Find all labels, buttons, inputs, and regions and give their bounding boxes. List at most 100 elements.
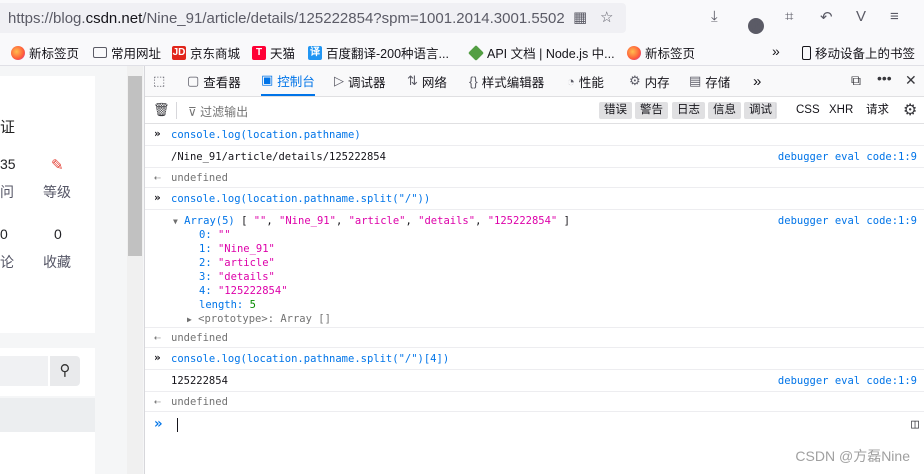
url-path: /Nine_91/article/details/125222854?spm=1… — [142, 10, 565, 27]
source-link[interactable]: debugger eval code:1:9 — [778, 215, 917, 227]
bookmarks-overflow-icon[interactable]: » — [772, 43, 780, 59]
array-entry: 0: "" — [199, 229, 231, 241]
debugger-icon: ▷ — [334, 73, 344, 88]
tab-storage[interactable]: ▤ 存储 — [689, 66, 730, 96]
filter-xhr-button[interactable]: XHR — [824, 102, 858, 119]
bookmark-item[interactable]: T 天猫 — [252, 43, 295, 62]
result-arrow-icon: ⇠ — [154, 171, 161, 184]
bookmarks-bar: 新标签页 常用网址 JD 京东商城 T 天猫 译百度翻译-200种语言... API… — [0, 36, 924, 66]
page-divider — [0, 398, 95, 432]
page-search: ⚲ — [0, 348, 95, 396]
more-tabs-icon[interactable]: » — [753, 66, 761, 96]
prototype-entry[interactable]: ▶ <prototype>: Array [] — [187, 313, 331, 325]
filter-logs-button[interactable]: 日志 — [672, 102, 705, 119]
filter-info-button[interactable]: 信息 — [708, 102, 741, 119]
console-toolbar: 🗑 ⊽ 过滤输出 错误 警告 日志 信息 调试 CSS XHR 请求 ⚙ — [145, 97, 924, 124]
dock-icon[interactable]: ⧉ — [851, 72, 861, 89]
tab-style-editor[interactable]: {} 样式编辑器 — [469, 66, 544, 96]
console-input-line: » console.log(location.pathname.split("/… — [145, 348, 924, 370]
stat-label: 收藏 — [43, 254, 71, 270]
bookmark-item[interactable]: 译百度翻译-200种语言... — [308, 43, 449, 62]
result-arrow-icon: ⇠ — [154, 395, 161, 408]
page-scrollbar-thumb[interactable] — [128, 76, 142, 256]
source-link[interactable]: debugger eval code:1:9 — [778, 375, 917, 387]
console-input-line: » console.log(location.pathname) — [145, 124, 924, 146]
tab-performance[interactable]: ◔ 性能 — [567, 66, 604, 96]
close-icon[interactable]: ✕ — [905, 72, 917, 89]
performance-icon: ◔ — [567, 73, 575, 89]
inspector-icon: ▢ — [187, 73, 200, 88]
source-link[interactable]: debugger eval code:1:9 — [778, 151, 917, 163]
bookmark-item[interactable]: 新标签页 — [627, 43, 695, 62]
console-log-line: 125222854 debugger eval code:1:9 — [145, 370, 924, 392]
firefox-icon — [627, 45, 641, 60]
bookmark-item[interactable]: JD 京东商城 — [172, 43, 240, 62]
filter-debug-button[interactable]: 调试 — [744, 102, 777, 119]
nodejs-icon — [468, 44, 484, 61]
stat-number: 0 — [0, 226, 8, 242]
filter-icon: ⊽ — [188, 105, 201, 119]
stat-number: 35 — [0, 156, 16, 172]
bookmark-folder[interactable]: 常用网址 — [93, 43, 161, 62]
url-prefix: https://blog. — [8, 10, 86, 27]
filter-errors-button[interactable]: 错误 — [599, 102, 632, 119]
bookmark-item[interactable]: 新标签页 — [11, 43, 79, 62]
command-chevron-icon: » — [154, 191, 161, 204]
filter-input[interactable]: ⊽ 过滤输出 — [188, 103, 248, 120]
page-content: 证 35 ✎ 问 等级 0 0 论 收藏 ⚲ — [0, 66, 144, 474]
expand-triangle-icon: ▼ — [173, 217, 178, 226]
array-entry: 4: "125222854" — [199, 285, 288, 297]
filter-requests-button[interactable]: 请求 — [861, 102, 894, 119]
stat-label: 等级 — [43, 184, 71, 200]
array-entry: 1: "Nine_91" — [199, 243, 275, 255]
qr-code-icon[interactable]: ▦ — [573, 8, 587, 26]
array-entry: 3: "details" — [199, 271, 275, 283]
console-result-line: ⇠ undefined — [145, 392, 924, 412]
devtools-tabbar: ⬚ ▢ 查看器 ▣ 控制台 ▷ 调试器 ⇅ 网络 {} 样式编辑器 ◔ 性能 ⚙ 内存 ▤ 存储… — [145, 66, 924, 97]
trash-icon[interactable]: 🗑 — [153, 102, 170, 118]
url-domain: csdn.net — [85, 10, 143, 27]
watermark: CSDN @方磊Nine — [795, 448, 910, 464]
array-length: length: 5 — [199, 299, 256, 311]
baidu-translate-icon: 译 — [308, 45, 322, 60]
page-search-input[interactable] — [0, 356, 48, 386]
gear-icon[interactable]: ⚙ — [903, 100, 917, 120]
mobile-icon — [802, 45, 811, 60]
devtools-panel: ⬚ ▢ 查看器 ▣ 控制台 ▷ 调试器 ⇅ 网络 {} 样式编辑器 ◔ 性能 ⚙ 内存 ▤ 存储… — [144, 66, 924, 474]
crop-icon[interactable]: ⌗ — [785, 8, 793, 25]
menu-icon[interactable]: ≡ — [890, 8, 899, 25]
tab-console[interactable]: ▣ 控制台 — [261, 66, 315, 96]
bookmark-item[interactable]: 移动设备上的书签 — [802, 43, 915, 62]
array-object[interactable]: ▼ Array(5) [ "", "Nine_91", "article", "… — [173, 215, 570, 227]
filter-css-button[interactable]: CSS — [791, 102, 825, 119]
vue-devtools-icon[interactable]: V — [856, 8, 866, 25]
console-log-line: ▼ Array(5) [ "", "Nine_91", "article", "… — [145, 210, 924, 328]
tab-debugger[interactable]: ▷ 调试器 — [334, 66, 386, 96]
style-editor-icon: {} — [469, 73, 478, 89]
tab-inspector[interactable]: ▢ 查看器 — [187, 66, 241, 96]
search-icon[interactable]: ⚲ — [50, 356, 80, 386]
console-log-line: /Nine_91/article/details/125222854 debug… — [145, 146, 924, 168]
star-icon[interactable]: ☆ — [600, 8, 613, 26]
badge-count: 2 — [748, 18, 764, 34]
download-icon[interactable]: ⤓ — [711, 8, 718, 25]
element-picker-icon[interactable]: ⬚ — [153, 66, 165, 96]
page-card — [0, 432, 95, 474]
page-text: 证 — [0, 119, 16, 136]
tmall-icon: T — [252, 45, 266, 60]
url-field[interactable]: https://blog.csdn.net/Nine_91/article/de… — [0, 3, 626, 33]
console-input-line: » console.log(location.pathname.split("/… — [145, 188, 924, 210]
result-arrow-icon: ⇠ — [154, 331, 161, 344]
console-icon: ▣ — [261, 72, 274, 87]
more-options-icon[interactable]: ••• — [877, 70, 892, 86]
filter-warnings-button[interactable]: 警告 — [635, 102, 668, 119]
bookmark-item[interactable]: API 文档 | Node.js 中... — [468, 43, 615, 62]
console-input[interactable]: » ◫ — [145, 412, 924, 438]
stat-label: 论 — [0, 254, 14, 270]
tab-network[interactable]: ⇅ 网络 — [407, 66, 447, 96]
text-caret — [177, 418, 178, 432]
undo-icon[interactable]: ↶ — [820, 8, 833, 26]
tab-memory[interactable]: ⚙ 内存 — [629, 66, 670, 96]
level-icon: ✎ — [51, 157, 64, 174]
sidebar-toggle-icon[interactable]: ◫ — [911, 417, 919, 432]
